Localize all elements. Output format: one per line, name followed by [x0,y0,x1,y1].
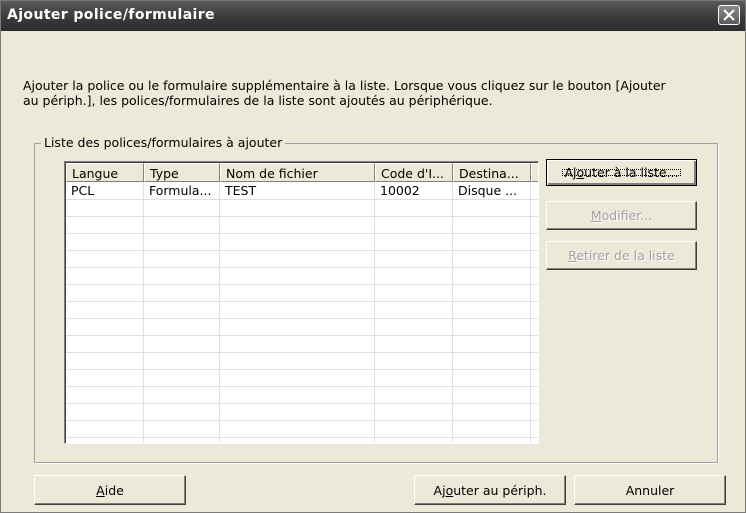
label-part: uter au périph. [453,483,547,498]
grid-line [66,318,538,319]
column-header-code[interactable]: Code d'I... [375,163,453,182]
close-button[interactable] [718,5,740,25]
table-row[interactable]: PCL Formula... TEST 10002 Disque ... [66,182,536,199]
label-part: Aj [433,483,446,498]
label-part: ide [104,483,124,498]
add-to-device-button[interactable]: Ajouter au périph. [414,475,566,505]
add-to-list-button[interactable]: Ajouter à la liste... [546,159,697,186]
cell-destination: Disque ... [458,183,518,198]
column-header-destination[interactable]: Destina... [453,163,531,182]
help-button[interactable]: Aide [34,475,186,505]
grid-line [66,284,538,285]
modify-button[interactable]: Modifier... [546,201,697,230]
cell-type: Formula... [149,183,212,198]
cell-code: 10002 [380,183,420,198]
grid-line [66,369,538,370]
grid-line [530,182,531,443]
grid-line [66,199,538,200]
grid-line [66,403,538,404]
grid-line [452,182,453,443]
add-to-device-label: Ajouter au périph. [434,483,547,498]
grid-line [66,233,538,234]
remove-label: Retirer de la liste [568,248,675,263]
add-to-list-label: Ajouter à la liste... [558,165,684,180]
cell-langue: PCL [71,183,95,198]
grid-line [143,182,144,443]
description-line-1: Ajouter la police ou le formulaire suppl… [23,78,666,93]
grid-line [66,386,538,387]
list-inner: Langue Type Nom de fichier Code d'I... D… [65,162,538,443]
window-title: Ajouter police/formulaire [7,7,215,23]
help-label: Aide [96,483,124,498]
grid-line [66,267,538,268]
grid-line [66,216,538,217]
description-line-2: au périph.], les polices/formulaires de … [23,93,493,108]
column-header-filler [531,163,538,182]
label-part: uter à la liste... [584,165,679,180]
grid-line [66,250,538,251]
font-form-list[interactable]: Langue Type Nom de fichier Code d'I... D… [64,161,539,444]
cell-nom-de-fichier: TEST [225,183,257,198]
group-label: Liste des polices/formulaires à ajouter [41,135,286,150]
description-text: Ajouter la police ou le formulaire suppl… [23,78,729,108]
close-icon [723,9,735,21]
grid-line [66,352,538,353]
label-part: Aj [564,165,577,180]
label-mnemonic: M [590,208,602,223]
column-header-type[interactable]: Type [144,163,220,182]
label-part: etirer de la liste [576,248,675,263]
grid-line [66,301,538,302]
grid-line [219,182,220,443]
column-header-nom-de-fichier[interactable]: Nom de fichier [220,163,375,182]
cancel-label: Annuler [625,483,675,498]
title-bar[interactable]: Ajouter police/formulaire [1,1,745,31]
label-part: odifier... [601,208,653,223]
remove-from-list-button[interactable]: Retirer de la liste [546,241,697,270]
dialog-window: Ajouter police/formulaire Ajouter la pol… [0,0,746,513]
column-header-langue[interactable]: Langue [66,163,144,182]
label-mnemonic: A [96,483,105,498]
modify-label: Modifier... [591,208,652,223]
grid-line [66,420,538,421]
grid-line [66,437,538,438]
cancel-button[interactable]: Annuler [574,475,726,505]
grid-line [374,182,375,443]
grid-line [66,335,538,336]
